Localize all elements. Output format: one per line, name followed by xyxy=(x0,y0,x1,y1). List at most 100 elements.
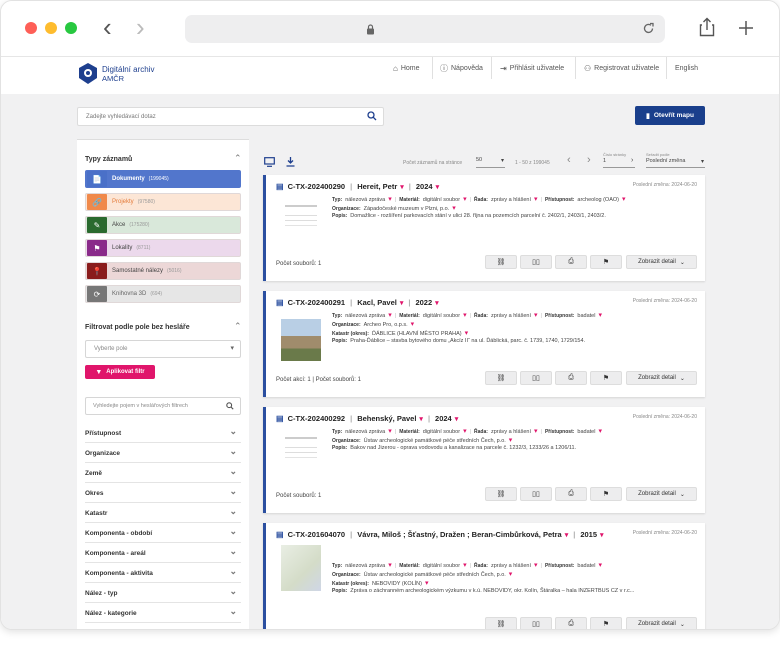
per-page-select[interactable]: 50 ▾ xyxy=(476,157,505,168)
record-type-0[interactable]: 📄 Dokumenty (199045) xyxy=(85,170,241,188)
filter-icon[interactable]: ▾ xyxy=(622,196,626,203)
filter-icon[interactable]: ▾ xyxy=(455,416,459,423)
print-button[interactable]: ⎙ xyxy=(555,617,587,629)
filter-icon[interactable]: ▾ xyxy=(400,300,404,307)
filter-icon[interactable]: ▾ xyxy=(534,196,538,203)
document-thumbnail[interactable] xyxy=(281,197,321,253)
minimize-window-button[interactable] xyxy=(45,22,57,34)
record-type-3[interactable]: ⚑ Lokality (8711) xyxy=(85,239,241,257)
filter-icon[interactable]: ▾ xyxy=(388,562,392,569)
filter-icon[interactable]: ▾ xyxy=(411,321,415,328)
sort-select[interactable]: Poslední změna ▾ xyxy=(646,158,705,168)
facet-filter-8[interactable]: Nález - typ xyxy=(85,584,241,603)
filter-icon[interactable]: ▾ xyxy=(598,428,602,435)
filter-icon[interactable]: ▾ xyxy=(509,571,513,578)
filter-icon[interactable]: ▾ xyxy=(425,580,429,587)
facet-filter-4[interactable]: Katastr xyxy=(85,504,241,523)
link-button[interactable]: ⛓ xyxy=(485,255,517,269)
record-type-5[interactable]: ⟳ Knihovna 3D (694) xyxy=(85,285,241,303)
result-id[interactable]: C-TX-201604070 xyxy=(288,530,346,539)
book-button[interactable]: ▯▯ xyxy=(520,371,552,385)
next-page-icon[interactable]: › xyxy=(587,154,591,166)
maximize-window-button[interactable] xyxy=(65,22,77,34)
address-bar[interactable] xyxy=(185,15,665,43)
apply-filter-button[interactable]: ▼ Aplikovat filtr xyxy=(85,365,155,379)
result-id[interactable]: C-TX-202400290 xyxy=(288,182,346,191)
download-icon[interactable] xyxy=(286,157,295,167)
document-thumbnail[interactable] xyxy=(281,545,321,591)
report-button[interactable]: ⚑ xyxy=(590,617,622,629)
report-button[interactable]: ⚑ xyxy=(590,255,622,269)
filter-icon[interactable]: ▾ xyxy=(600,532,604,539)
facet-filter-7[interactable]: Komponenta - aktivita xyxy=(85,564,241,583)
share-icon[interactable] xyxy=(699,17,715,37)
search-input[interactable]: Zadejte vyhledávací dotaz xyxy=(77,107,384,126)
show-detail-button[interactable]: Zobrazit detail ⌄ xyxy=(626,255,697,269)
filter-icon[interactable]: ▾ xyxy=(463,312,467,319)
types-collapse-icon[interactable]: ⌃ xyxy=(234,153,242,164)
facet-filter-9[interactable]: Nález - kategorie xyxy=(85,604,241,623)
show-detail-button[interactable]: Zobrazit detail ⌄ xyxy=(626,371,697,385)
field-select[interactable]: Vyberte pole ▾ xyxy=(85,340,241,358)
filter-icon[interactable]: ▾ xyxy=(419,416,423,423)
go-page-icon[interactable]: › xyxy=(631,157,633,164)
search-icon[interactable] xyxy=(226,402,234,410)
record-type-4[interactable]: 📍 Samostatné nálezy (5016) xyxy=(85,262,241,280)
report-button[interactable]: ⚑ xyxy=(590,487,622,501)
filter-icon[interactable]: ▾ xyxy=(463,196,467,203)
open-map-button[interactable]: ▮ Otevřít mapu xyxy=(635,106,705,125)
result-id[interactable]: C-TX-202400291 xyxy=(288,298,346,307)
filter-search-input[interactable]: Vyhledejte pojem v heslářových filtrech xyxy=(85,397,241,415)
print-button[interactable]: ⎙ xyxy=(555,371,587,385)
search-icon[interactable] xyxy=(367,111,377,121)
filter-icon[interactable]: ▾ xyxy=(598,312,602,319)
filter-collapse-icon[interactable]: ⌃ xyxy=(234,321,242,332)
result-id[interactable]: C-TX-202400292 xyxy=(288,414,346,423)
show-detail-button[interactable]: Zobrazit detail ⌄ xyxy=(626,617,697,629)
filter-icon[interactable]: ▾ xyxy=(452,205,456,212)
filter-icon[interactable]: ▾ xyxy=(463,562,467,569)
filter-icon[interactable]: ▾ xyxy=(534,428,538,435)
link-button[interactable]: ⛓ xyxy=(485,617,517,629)
filter-icon[interactable]: ▾ xyxy=(534,312,538,319)
filter-icon[interactable]: ▾ xyxy=(534,562,538,569)
new-tab-icon[interactable] xyxy=(739,21,753,35)
facet-filter-2[interactable]: Země xyxy=(85,464,241,483)
facet-filter-1[interactable]: Organizace xyxy=(85,444,241,463)
link-button[interactable]: ⛓ xyxy=(485,371,517,385)
filter-icon[interactable]: ▾ xyxy=(435,300,439,307)
close-window-button[interactable] xyxy=(25,22,37,34)
nav-language[interactable]: English xyxy=(675,61,698,75)
logo-title[interactable]: Digitální archiv xyxy=(102,65,154,74)
facet-filter-6[interactable]: Komponenta - areál xyxy=(85,544,241,563)
back-icon[interactable]: ‹ xyxy=(103,12,112,42)
filter-icon[interactable]: ▾ xyxy=(388,312,392,319)
print-button[interactable]: ⎙ xyxy=(555,255,587,269)
nav-login[interactable]: ⇥ Přihlásit uživatele xyxy=(500,61,564,75)
record-type-2[interactable]: ✎ Akce (175280) xyxy=(85,216,241,234)
facet-filter-3[interactable]: Okres xyxy=(85,484,241,503)
book-button[interactable]: ▯▯ xyxy=(520,617,552,629)
nav-home[interactable]: ⌂ Home xyxy=(393,61,420,75)
facet-filter-5[interactable]: Komponenta - období xyxy=(85,524,241,543)
filter-icon[interactable]: ▾ xyxy=(598,562,602,569)
document-thumbnail[interactable] xyxy=(281,319,321,361)
prev-page-icon[interactable]: ‹ xyxy=(567,154,571,166)
book-button[interactable]: ▯▯ xyxy=(520,487,552,501)
forward-icon[interactable]: › xyxy=(136,12,145,42)
amcr-logo-icon[interactable] xyxy=(77,62,99,86)
document-thumbnail[interactable] xyxy=(281,429,321,485)
nav-register[interactable]: ⚇ Registrovat uživatele xyxy=(584,61,659,75)
book-button[interactable]: ▯▯ xyxy=(520,255,552,269)
filter-icon[interactable]: ▾ xyxy=(436,184,440,191)
filter-icon[interactable]: ▾ xyxy=(565,532,569,539)
show-detail-button[interactable]: Zobrazit detail ⌄ xyxy=(626,487,697,501)
facet-filter-0[interactable]: Přístupnost xyxy=(85,424,241,443)
print-button[interactable]: ⎙ xyxy=(555,487,587,501)
monitor-icon[interactable] xyxy=(264,157,275,167)
filter-icon[interactable]: ▾ xyxy=(388,428,392,435)
reload-icon[interactable] xyxy=(642,22,655,35)
filter-icon[interactable]: ▾ xyxy=(465,330,469,337)
nav-help[interactable]: ⓘ Nápověda xyxy=(440,61,483,75)
filter-icon[interactable]: ▾ xyxy=(400,184,404,191)
